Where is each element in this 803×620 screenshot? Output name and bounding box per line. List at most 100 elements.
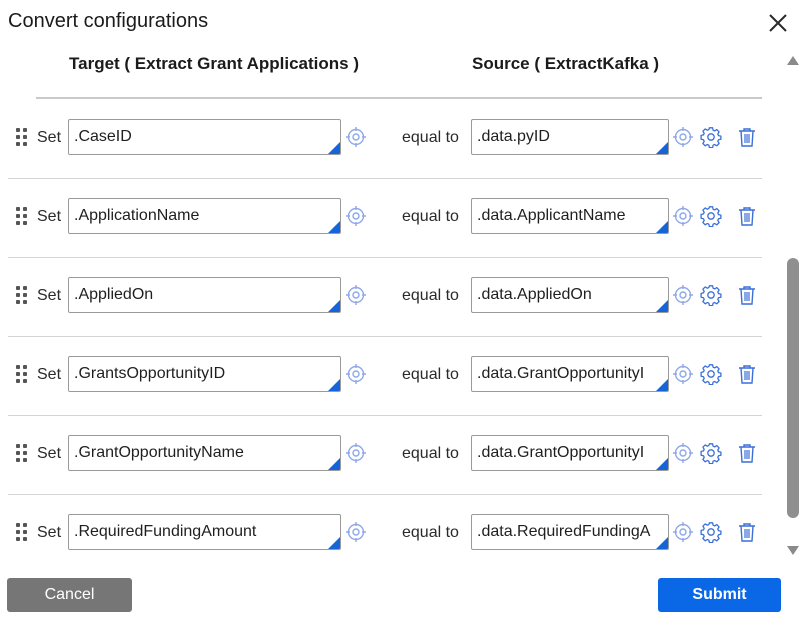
target-property-field[interactable]: .ApplicationName — [68, 198, 341, 234]
gear-icon[interactable] — [700, 284, 722, 306]
drag-dot — [16, 135, 20, 139]
drag-dot — [16, 530, 20, 534]
scroll-up-arrow-icon[interactable] — [787, 56, 799, 65]
gear-icon[interactable] — [700, 363, 722, 385]
target-picker-icon[interactable] — [345, 363, 367, 385]
drag-handle-icon[interactable] — [16, 523, 28, 543]
gear-icon[interactable] — [700, 521, 722, 543]
drag-dot — [23, 207, 27, 211]
drag-handle-icon[interactable] — [16, 365, 28, 385]
mapping-row: Set .ApplicationName equal to .data.Applica… — [8, 178, 762, 258]
drag-dot — [16, 214, 20, 218]
equal-to-label: equal to — [402, 524, 459, 541]
drag-dot — [23, 379, 27, 383]
target-property-field[interactable]: .CaseID — [68, 119, 341, 155]
drag-handle-icon[interactable] — [16, 207, 28, 227]
drag-dot — [16, 458, 20, 462]
source-property-field[interactable]: .data.AppliedOn — [471, 277, 669, 313]
trash-icon[interactable] — [736, 126, 758, 148]
drag-handle-icon[interactable] — [16, 444, 28, 464]
equal-to-label: equal to — [402, 287, 459, 304]
drag-dot — [16, 207, 20, 211]
drag-dot — [16, 286, 20, 290]
source-column-header: Source ( ExtractKafka ) — [472, 54, 660, 73]
target-column-header: Target ( Extract Grant Applications ) — [69, 54, 359, 73]
trash-icon[interactable] — [736, 363, 758, 385]
source-picker-icon[interactable] — [672, 521, 694, 543]
trash-icon[interactable] — [736, 521, 758, 543]
drag-dot — [16, 523, 20, 527]
drag-dot — [23, 128, 27, 132]
scroll-thumb[interactable] — [787, 258, 799, 518]
source-property-field[interactable]: .data.GrantOpportunityI — [471, 356, 669, 392]
drag-dot — [16, 142, 20, 146]
gear-icon[interactable] — [700, 442, 722, 464]
target-property-field[interactable]: .RequiredFundingAmount — [68, 514, 341, 550]
drag-dot — [23, 300, 27, 304]
drag-dot — [23, 451, 27, 455]
set-label: Set — [37, 208, 62, 225]
trash-icon[interactable] — [736, 205, 758, 227]
target-picker-icon[interactable] — [345, 521, 367, 543]
drag-dot — [16, 128, 20, 132]
drag-dot — [16, 300, 20, 304]
drag-dot — [16, 293, 20, 297]
drag-dot — [16, 537, 20, 541]
source-property-field[interactable]: .data.ApplicantName — [471, 198, 669, 234]
drag-dot — [23, 293, 27, 297]
set-label: Set — [37, 129, 62, 146]
gear-icon[interactable] — [700, 126, 722, 148]
drag-dot — [23, 530, 27, 534]
equal-to-label: equal to — [402, 208, 459, 225]
target-property-field[interactable]: .GrantOpportunityName — [68, 435, 341, 471]
equal-to-label: equal to — [402, 366, 459, 383]
target-picker-icon[interactable] — [345, 442, 367, 464]
scroll-down-arrow-icon[interactable] — [787, 546, 799, 555]
source-picker-icon[interactable] — [672, 205, 694, 227]
source-property-field[interactable]: .data.GrantOpportunityI — [471, 435, 669, 471]
trash-icon[interactable] — [736, 442, 758, 464]
trash-icon[interactable] — [736, 284, 758, 306]
drag-dot — [23, 523, 27, 527]
source-property-field[interactable]: .data.RequiredFundingA — [471, 514, 669, 550]
mapping-row: Set .GrantOpportunityName equal to .data.Gr… — [8, 415, 762, 495]
drag-handle-icon[interactable] — [16, 128, 28, 148]
drag-dot — [16, 451, 20, 455]
mapping-row: Set .GrantsOpportunityID equal to .data.Gra… — [8, 336, 762, 416]
cancel-button[interactable]: Cancel — [7, 578, 132, 612]
gear-icon[interactable] — [700, 205, 722, 227]
target-property-field[interactable]: .AppliedOn — [68, 277, 341, 313]
source-picker-icon[interactable] — [672, 126, 694, 148]
set-label: Set — [37, 287, 62, 304]
close-icon[interactable] — [765, 10, 791, 36]
drag-handle-icon[interactable] — [16, 286, 28, 306]
target-property-field[interactable]: .GrantsOpportunityID — [68, 356, 341, 392]
target-picker-icon[interactable] — [345, 284, 367, 306]
submit-button[interactable]: Submit — [658, 578, 781, 612]
mapping-row: Set .CaseID equal to .data.pyID — [8, 99, 762, 179]
source-picker-icon[interactable] — [672, 442, 694, 464]
dialog-title: Convert configurations — [8, 10, 209, 32]
drag-dot — [16, 365, 20, 369]
drag-dot — [23, 286, 27, 290]
target-picker-icon[interactable] — [345, 126, 367, 148]
mapping-row: Set .RequiredFundingAmount equal to .data.R… — [8, 494, 762, 559]
mapping-row: Set .AppliedOn equal to .data.AppliedOn — [8, 257, 762, 337]
drag-dot — [16, 444, 20, 448]
mapping-list: Set .CaseID equal to .data.pyID Set .Applicat… — [0, 99, 780, 559]
set-label: Set — [37, 445, 62, 462]
source-picker-icon[interactable] — [672, 363, 694, 385]
drag-dot — [23, 135, 27, 139]
drag-dot — [16, 379, 20, 383]
drag-dot — [23, 444, 27, 448]
drag-dot — [23, 365, 27, 369]
target-picker-icon[interactable] — [345, 205, 367, 227]
vertical-scrollbar[interactable] — [784, 52, 802, 560]
equal-to-label: equal to — [402, 445, 459, 462]
drag-dot — [23, 537, 27, 541]
set-label: Set — [37, 366, 62, 383]
drag-dot — [23, 221, 27, 225]
equal-to-label: equal to — [402, 129, 459, 146]
source-picker-icon[interactable] — [672, 284, 694, 306]
source-property-field[interactable]: .data.pyID — [471, 119, 669, 155]
